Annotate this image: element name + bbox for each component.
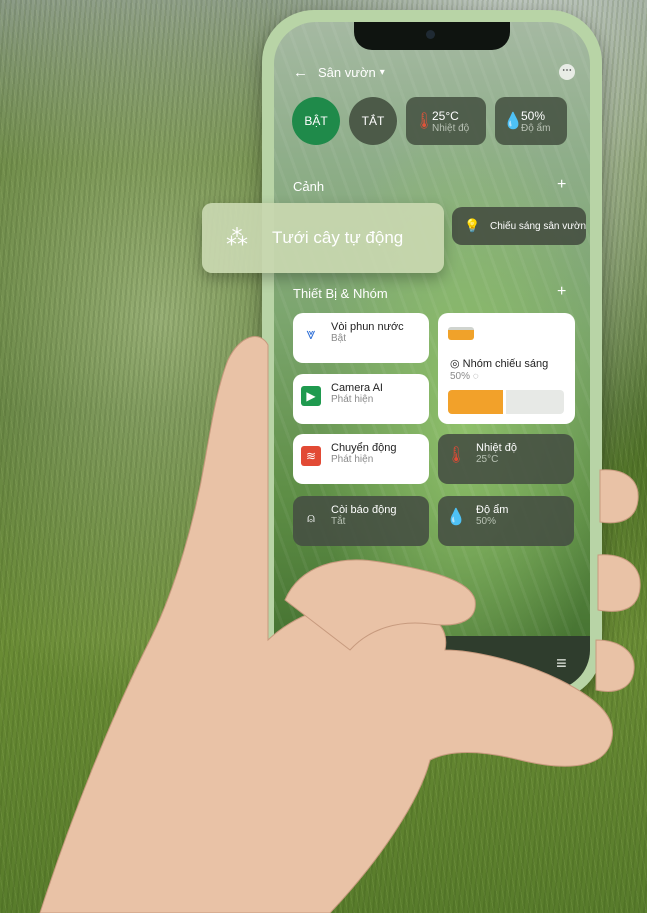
scene-auto-watering[interactable]: ⁂ Tưới cây tự động [202,203,444,273]
sprinkler-icon: ⁂ [226,225,248,250]
scene-auto-watering-label: Tưới cây tự động [272,228,404,247]
hand-illustration [39,336,641,913]
